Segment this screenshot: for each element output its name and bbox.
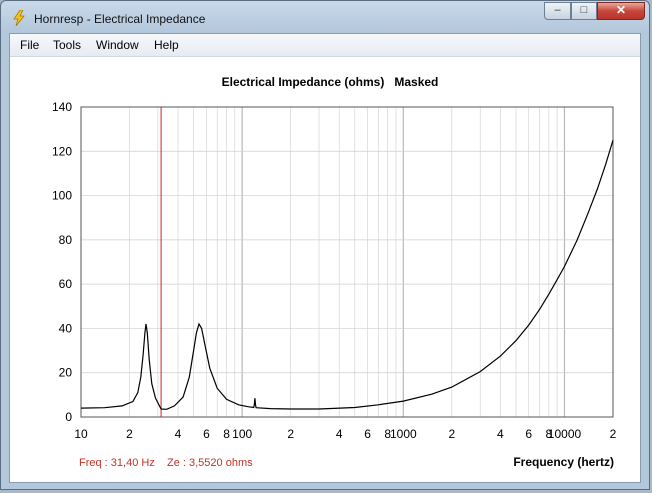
x-tick-label: 6 xyxy=(364,427,371,441)
x-tick-label: 2 xyxy=(448,427,455,441)
y-tick-label: 40 xyxy=(59,321,73,335)
menu-bar: File Tools Window Help xyxy=(10,34,640,57)
close-button[interactable]: ✕ xyxy=(597,2,645,20)
x-tick-label: 6 xyxy=(525,427,532,441)
x-axis: 10 2 4 6 8 100 2 4 6 81000 2 4 6 810000 2 xyxy=(74,427,616,441)
x-tick-label: 10 xyxy=(74,427,88,441)
y-tick-label: 140 xyxy=(52,100,72,114)
impedance-chart[interactable]: Electrical Impedance (ohms) Masked 02040… xyxy=(10,56,640,482)
minimize-button[interactable]: – xyxy=(544,2,571,20)
y-tick-label: 20 xyxy=(59,366,73,380)
close-icon: ✕ xyxy=(615,3,627,17)
window-title: Hornresp - Electrical Impedance xyxy=(34,12,206,26)
menu-file[interactable]: File xyxy=(20,38,39,52)
app-window: Hornresp - Electrical Impedance – □ ✕ Fi… xyxy=(0,0,650,490)
x-axis-label: Frequency (hertz) xyxy=(513,455,614,469)
status-frequency: Freq : 31,40 Hz xyxy=(79,457,155,469)
y-tick-label: 60 xyxy=(59,277,73,291)
y-axis: 0 20 40 60 80 100 120 140 xyxy=(52,100,72,424)
x-tick-label: 1000 xyxy=(390,427,417,441)
y-tick-label: 80 xyxy=(59,233,73,247)
minimize-icon: – xyxy=(554,4,561,16)
x-tick-label: 10000 xyxy=(548,427,582,441)
y-tick-label: 100 xyxy=(52,189,72,203)
x-tick-label: 4 xyxy=(336,427,343,441)
y-tick-label: 120 xyxy=(52,144,72,158)
lightning-icon xyxy=(13,10,25,26)
maximize-icon: □ xyxy=(580,4,588,16)
x-tick-label: 4 xyxy=(175,427,182,441)
x-tick-label: 100 xyxy=(232,427,252,441)
title-bar[interactable]: Hornresp - Electrical Impedance – □ ✕ xyxy=(1,1,649,33)
menu-window[interactable]: Window xyxy=(96,38,139,52)
x-tick-label: 6 xyxy=(203,427,210,441)
chart-title: Electrical Impedance (ohms) Masked xyxy=(222,75,439,89)
client-area: File Tools Window Help Electrical Impeda… xyxy=(9,33,641,483)
status-impedance: Ze : 3,5520 ohms xyxy=(167,457,253,469)
x-tick-label: 4 xyxy=(497,427,504,441)
x-tick-label: 8 xyxy=(223,427,230,441)
menu-tools[interactable]: Tools xyxy=(53,38,81,52)
x-tick-label: 2 xyxy=(126,427,133,441)
y-tick-label: 0 xyxy=(65,410,72,424)
x-tick-label: 2 xyxy=(610,427,617,441)
maximize-button[interactable]: □ xyxy=(571,2,597,20)
x-tick-label: 2 xyxy=(287,427,294,441)
menu-help[interactable]: Help xyxy=(154,38,179,52)
